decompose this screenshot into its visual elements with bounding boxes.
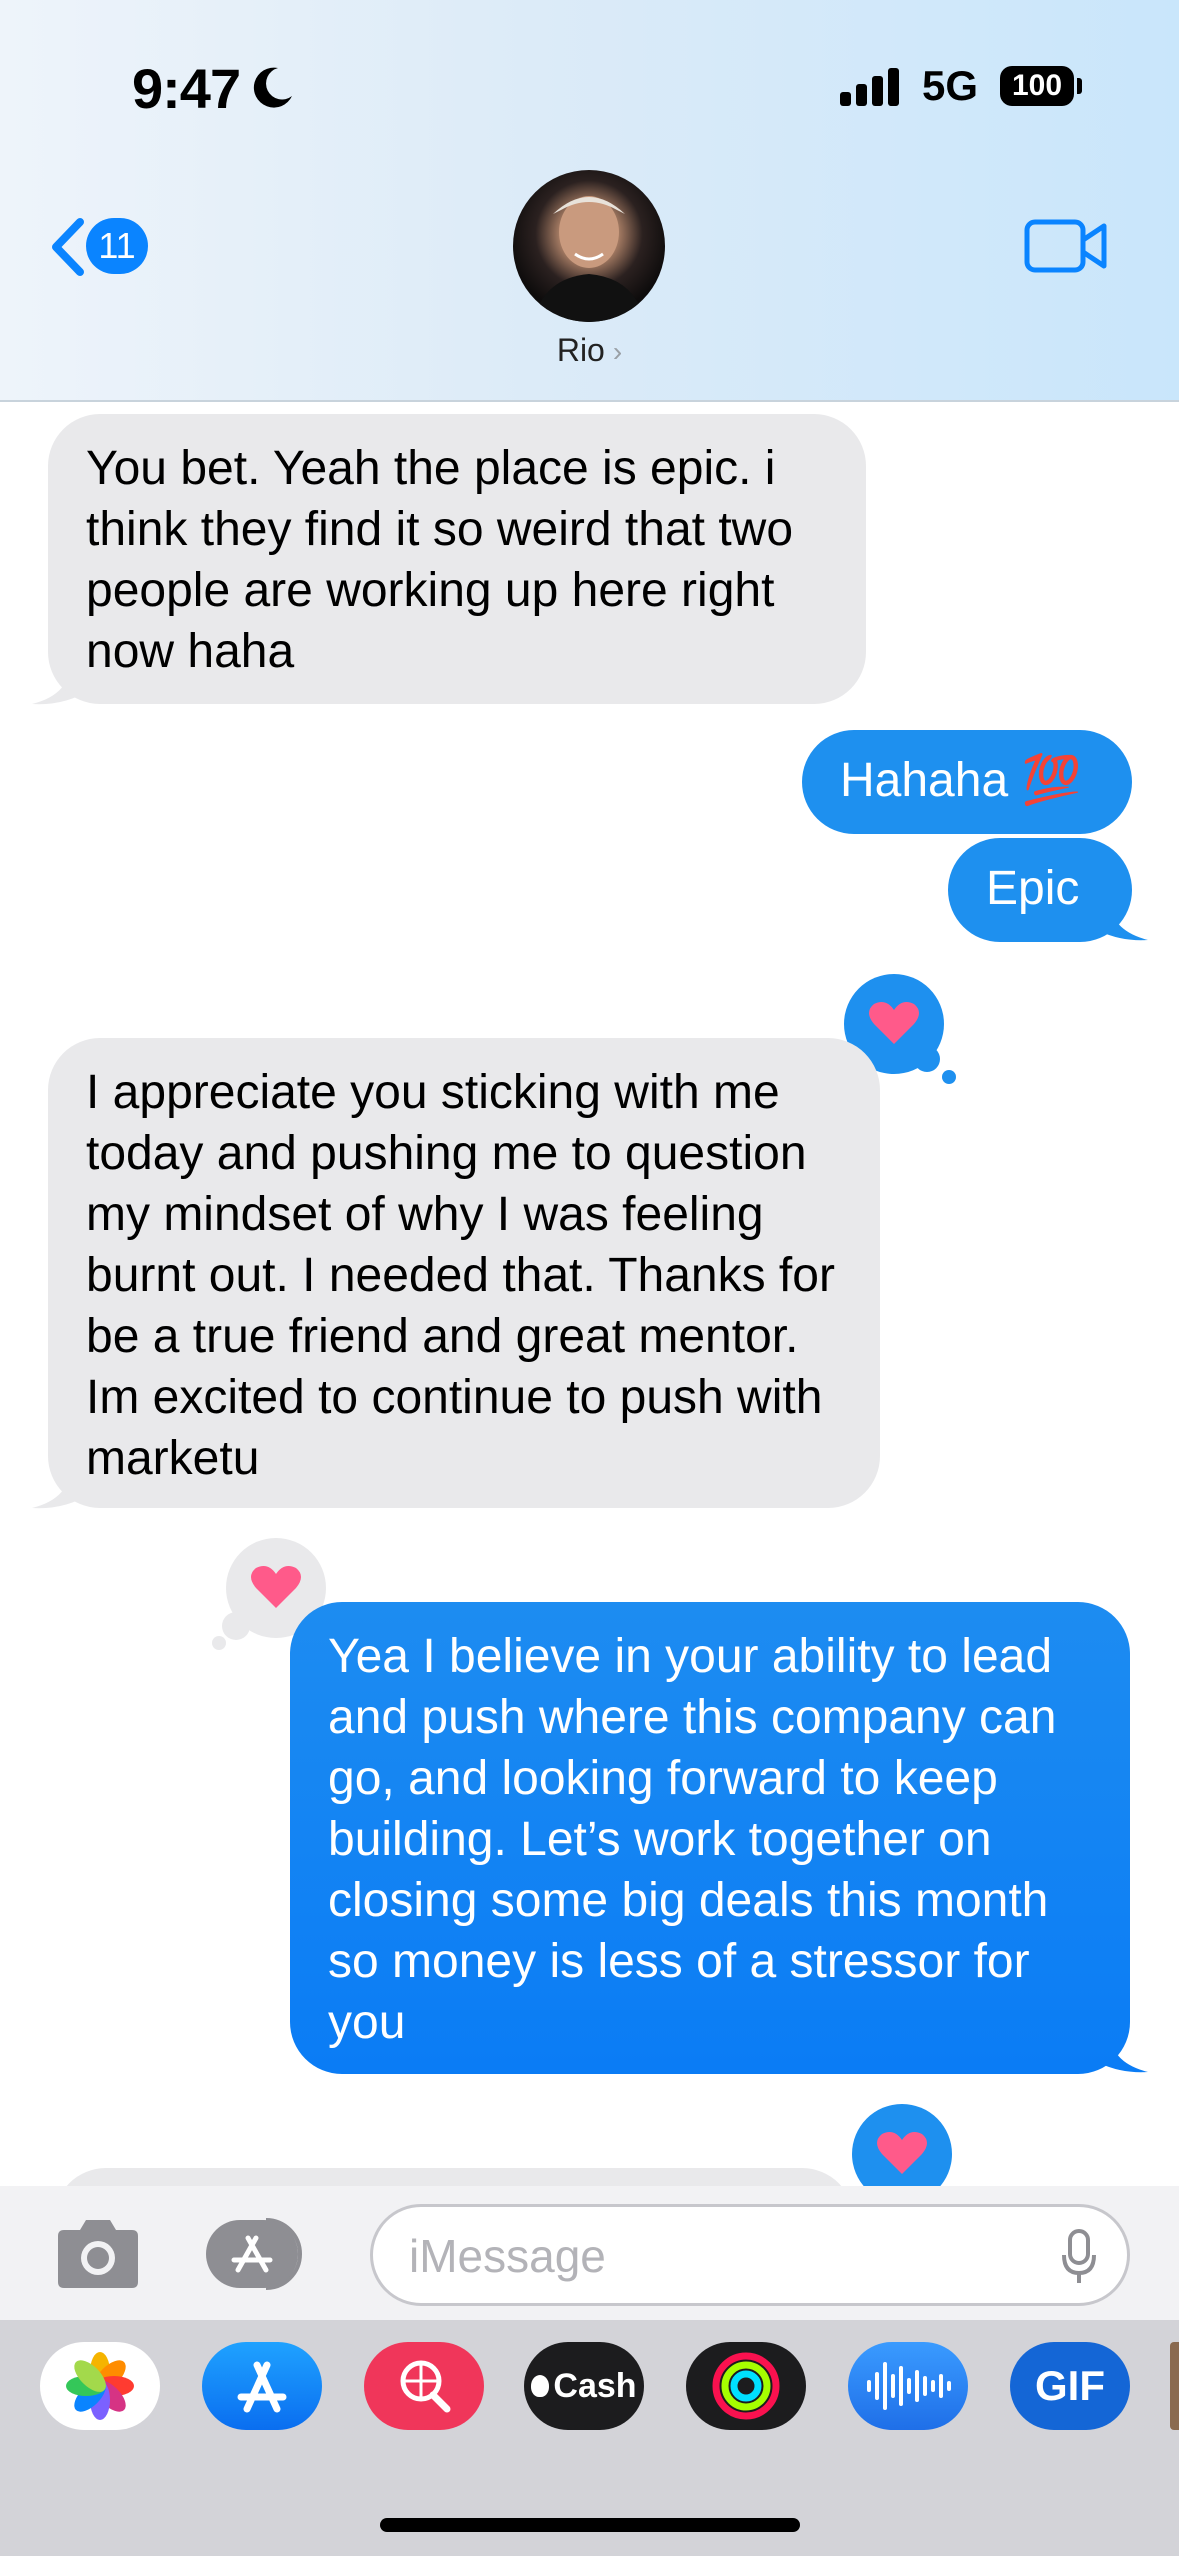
photos-app-icon[interactable]	[40, 2342, 160, 2430]
search-images-app-icon[interactable]	[364, 2342, 484, 2430]
message-received[interactable]: You bet. Yeah the place is epic. i think…	[48, 414, 866, 704]
back-button[interactable]: 11	[48, 212, 168, 282]
battery-icon: 100	[1000, 66, 1074, 106]
app-store-a-icon	[237, 2361, 287, 2413]
gif-label: GIF	[1035, 2362, 1105, 2409]
home-indicator[interactable]	[380, 2518, 800, 2532]
apps-button[interactable]	[206, 2218, 318, 2290]
contact-name[interactable]: Rio ›	[0, 332, 1179, 369]
gif-app-icon[interactable]: GIF	[1010, 2342, 1130, 2430]
globe-search-icon	[400, 2360, 451, 2413]
app-store-icon	[206, 2218, 302, 2290]
message-input[interactable]: iMessage	[370, 2204, 1130, 2306]
message-sent[interactable]: Yea I believe in your ability to lead an…	[290, 1602, 1130, 2074]
photos-flower-icon	[66, 2352, 134, 2420]
activity-rings-icon	[712, 2352, 780, 2420]
battery-nub	[1077, 78, 1082, 94]
focus-moon-icon	[253, 67, 292, 108]
audio-message-app-icon[interactable]	[848, 2342, 968, 2430]
tapback-dot	[914, 1046, 940, 1072]
apple-cash-label: Cash	[553, 2366, 637, 2405]
message-sent[interactable]: Hahaha 💯	[802, 730, 1132, 834]
contact-name-label: Rio	[556, 332, 605, 368]
message-sent[interactable]: Epic	[948, 838, 1132, 942]
message-received[interactable]: I appreciate you sticking with me today …	[48, 1038, 880, 1508]
network-type: 5G	[922, 62, 979, 109]
chevron-right-icon: ›	[612, 336, 623, 367]
tapback-dot	[212, 1636, 226, 1650]
camera-icon[interactable]	[52, 2218, 144, 2290]
tapback-dot	[222, 1612, 250, 1640]
waveform-icon	[867, 2362, 951, 2410]
tapback-dot	[942, 1070, 956, 1084]
app-store-app-icon[interactable]	[202, 2342, 322, 2430]
status-time: 9:47	[132, 57, 241, 120]
avatar-photo	[533, 196, 645, 322]
fitness-app-icon[interactable]	[686, 2342, 806, 2430]
message-input-placeholder: iMessage	[409, 2230, 606, 2282]
apple-logo-icon	[531, 2375, 550, 2397]
unread-count-badge: 11	[86, 218, 148, 274]
chevron-left-icon	[52, 218, 84, 276]
microphone-icon[interactable]	[1061, 2229, 1097, 2285]
cellular-signal-icon	[840, 66, 900, 106]
apple-cash-app-icon[interactable]: Cash	[524, 2342, 644, 2430]
more-apps-peek[interactable]	[1170, 2342, 1179, 2430]
video-call-icon[interactable]	[1024, 216, 1108, 276]
contact-avatar[interactable]	[513, 170, 665, 322]
